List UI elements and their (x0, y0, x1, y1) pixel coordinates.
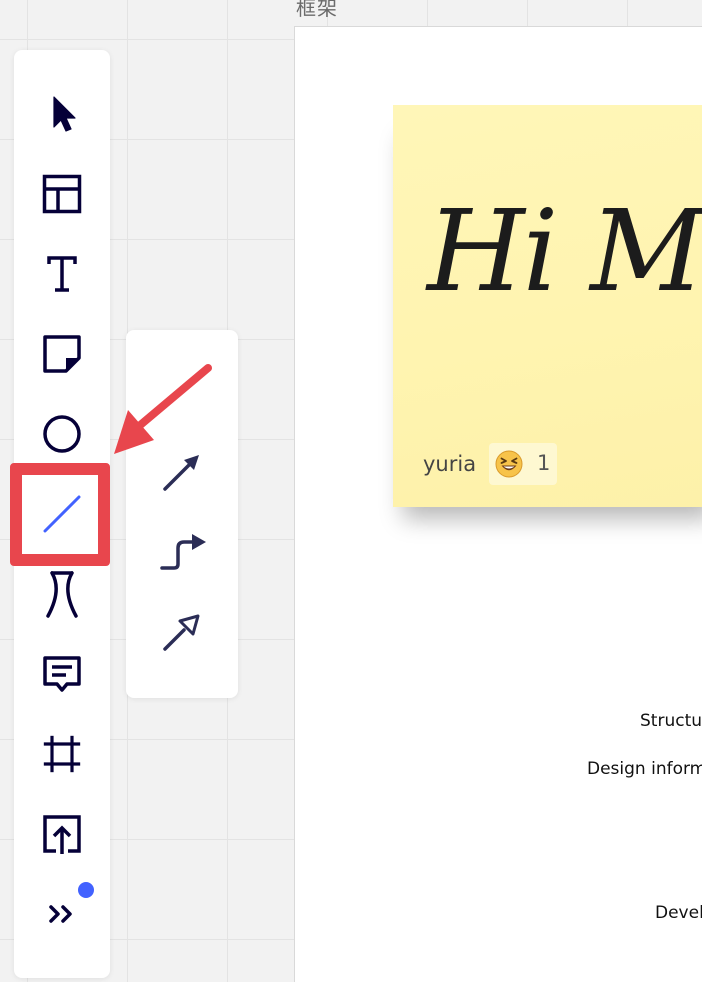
notification-dot (78, 882, 94, 898)
highlight-box (10, 463, 110, 566)
pen-icon (46, 571, 78, 618)
sticky-note-author: yuria (423, 452, 477, 476)
sticky-note-text: Hi Mir (427, 187, 702, 317)
upload-tool[interactable] (42, 814, 82, 854)
red-callout-arrow-icon (114, 364, 212, 454)
frame-grid-icon (43, 735, 81, 773)
outline-arrow-option[interactable] (160, 610, 204, 654)
upload-icon (43, 815, 81, 854)
frame-text-development: Devel (655, 903, 702, 923)
more-tools-button[interactable] (42, 894, 82, 934)
elbow-arrow-icon (160, 534, 206, 570)
frame-title[interactable]: 框架 (296, 0, 338, 21)
reaction-badge[interactable]: 1 (489, 443, 557, 485)
pen-tool[interactable] (42, 571, 82, 618)
outline-arrow-icon (163, 614, 200, 651)
frame-text-structure: Structu (640, 711, 702, 731)
frame-tool[interactable] (42, 734, 82, 774)
layout-template-icon (42, 174, 82, 214)
sticky-note[interactable]: Hi Mir yuria 1 (393, 105, 702, 507)
reaction-count: 1 (537, 451, 551, 475)
sticky-note-icon (43, 335, 81, 373)
shapes-tool[interactable] (42, 414, 82, 454)
double-chevron-right-icon (49, 905, 72, 923)
templates-tool[interactable] (42, 174, 82, 214)
frame-text-design-info: Design inform (587, 759, 702, 779)
cursor-arrow-icon (53, 96, 76, 132)
elbow-arrow-option[interactable] (160, 528, 206, 572)
grinning-squinting-face-icon (495, 450, 523, 478)
select-tool[interactable] (42, 94, 82, 134)
text-tool[interactable] (42, 254, 82, 294)
circle-icon (43, 415, 81, 453)
text-t-icon (47, 256, 77, 292)
canvas-frame[interactable]: Hi Mir yuria 1 Structu Design inform Dev… (294, 26, 702, 982)
sticky-note-tool[interactable] (42, 334, 82, 374)
comment-tool[interactable] (42, 654, 82, 694)
comment-icon (43, 656, 81, 692)
